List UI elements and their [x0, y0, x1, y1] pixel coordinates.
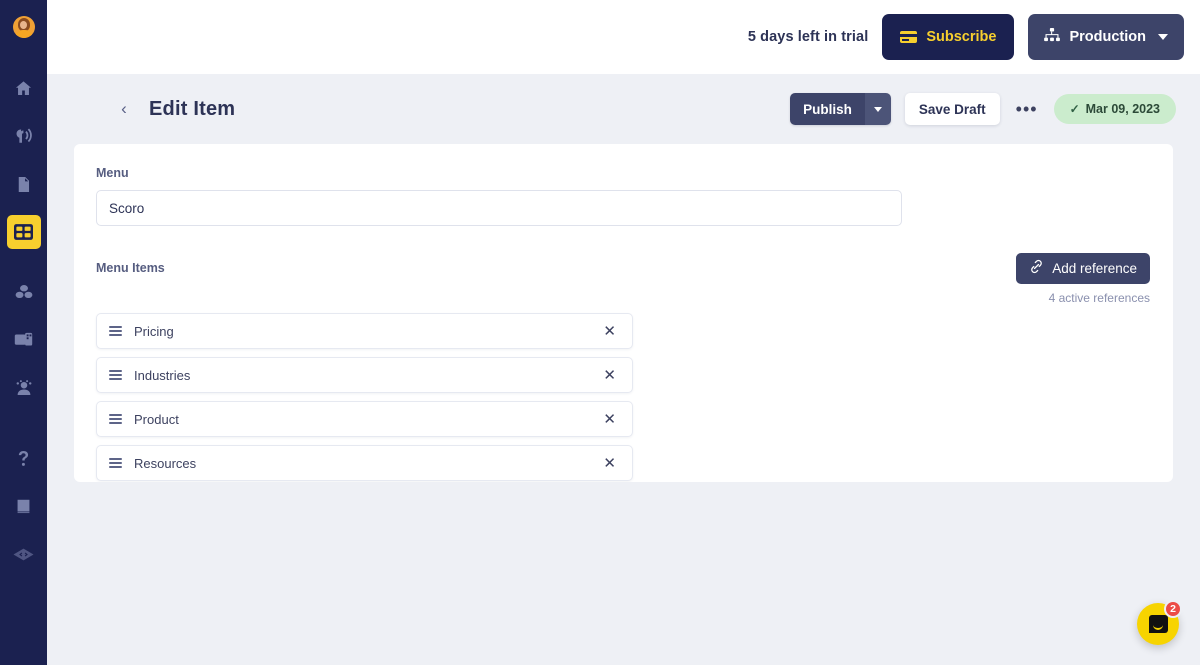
- sidebar-item-media[interactable]: [7, 323, 41, 357]
- remove-item-button[interactable]: ✕: [599, 366, 620, 385]
- drag-handle-icon[interactable]: [109, 369, 122, 381]
- page-header-actions: Publish Save Draft ••• ✓ Mar 09, 2023: [790, 93, 1176, 125]
- chevron-down-icon: [1158, 34, 1168, 40]
- sidebar-item-blocks[interactable]: [7, 275, 41, 309]
- table-row[interactable]: Product ✕: [96, 401, 633, 437]
- home-icon: [14, 79, 33, 98]
- book-icon: [14, 497, 33, 516]
- subscribe-label: Subscribe: [926, 29, 997, 45]
- blocks-icon: [14, 283, 34, 302]
- menu-items-list: Pricing ✕ Industries ✕ Product ✕ Resourc…: [96, 313, 1151, 481]
- back-button[interactable]: ‹: [111, 96, 137, 122]
- status-date: Mar 09, 2023: [1085, 102, 1160, 116]
- trial-status-text: 5 days left in trial: [747, 29, 869, 45]
- check-icon: ✓: [1069, 102, 1080, 116]
- avatar-image: [12, 16, 35, 38]
- publish-dropdown-toggle[interactable]: [864, 93, 891, 125]
- sidebar-item-models[interactable]: [6, 215, 41, 249]
- sidebar-item-docs[interactable]: [7, 489, 41, 523]
- menu-items-header: Menu Items Add reference: [96, 252, 1151, 284]
- topbar: 5 days left in trial Subscribe Productio…: [47, 0, 1200, 74]
- page-stage: ‹ Edit Item Publish Save Draft ••• ✓ Mar…: [47, 74, 1200, 665]
- add-reference-button[interactable]: Add reference: [1016, 252, 1150, 284]
- chat-icon: [1148, 615, 1168, 633]
- app-root: 5 days left in trial Subscribe Productio…: [0, 0, 1200, 665]
- list-item-label: Pricing: [134, 323, 174, 339]
- save-draft-button[interactable]: Save Draft: [904, 93, 1000, 125]
- page-title: Edit Item: [149, 97, 236, 120]
- sidebar: [0, 0, 47, 665]
- publish-split-button: Publish: [790, 93, 891, 125]
- table-row[interactable]: Pricing ✕: [96, 313, 633, 349]
- menu-field-label: Menu: [96, 166, 129, 180]
- media-icon: [14, 331, 33, 349]
- remove-item-button[interactable]: ✕: [599, 454, 620, 473]
- menu-input[interactable]: [96, 190, 902, 226]
- list-item-label: Resources: [134, 455, 197, 471]
- drag-handle-icon[interactable]: [109, 457, 122, 469]
- sitemap-icon: [1044, 28, 1061, 46]
- remove-item-button[interactable]: ✕: [599, 410, 620, 429]
- remove-item-button[interactable]: ✕: [599, 322, 620, 341]
- sidebar-item-content[interactable]: [7, 167, 41, 201]
- sidebar-item-broadcast[interactable]: [7, 119, 41, 153]
- content-area: Menu Menu Items: [47, 144, 1200, 482]
- menu-items-label: Menu Items: [96, 261, 165, 275]
- add-reference-label: Add reference: [1052, 260, 1137, 276]
- link-icon: [1029, 259, 1044, 277]
- grid-icon: [14, 224, 33, 240]
- list-item-label: Industries: [134, 367, 191, 383]
- subscribe-button[interactable]: Subscribe: [882, 14, 1015, 60]
- broadcast-icon: [14, 127, 33, 146]
- avatar[interactable]: [12, 16, 35, 38]
- sidebar-item-home[interactable]: [7, 71, 41, 105]
- code-icon: [13, 547, 34, 562]
- sidebar-item-users[interactable]: [7, 371, 41, 405]
- sidebar-item-help[interactable]: [7, 441, 41, 475]
- environment-label: Production: [1069, 29, 1146, 45]
- drag-handle-icon[interactable]: [109, 413, 122, 425]
- document-icon: [14, 175, 33, 194]
- active-references-count: 4 active references: [1048, 291, 1150, 305]
- table-row[interactable]: Industries ✕: [96, 357, 633, 393]
- table-row[interactable]: Resources ✕: [96, 445, 633, 481]
- page-header: ‹ Edit Item Publish Save Draft ••• ✓ Mar…: [47, 74, 1200, 144]
- credit-card-icon: [900, 31, 918, 43]
- chat-unread-badge: 2: [1164, 600, 1182, 618]
- list-item-label: Product: [134, 411, 179, 427]
- sidebar-item-api[interactable]: [7, 537, 41, 571]
- environment-selector[interactable]: Production: [1028, 14, 1184, 60]
- main-area: 5 days left in trial Subscribe Productio…: [47, 0, 1200, 665]
- edit-item-card: Menu Menu Items: [74, 144, 1173, 482]
- help-icon: [14, 449, 33, 468]
- sidebar-nav: [0, 64, 47, 578]
- users-icon: [14, 379, 34, 397]
- card-body: Menu Menu Items: [74, 166, 1173, 481]
- more-options-button[interactable]: •••: [1014, 100, 1040, 118]
- publish-button[interactable]: Publish: [790, 93, 865, 125]
- status-badge: ✓ Mar 09, 2023: [1053, 94, 1176, 124]
- drag-handle-icon[interactable]: [109, 325, 122, 337]
- chevron-down-icon: [873, 106, 882, 112]
- chat-launcher-button[interactable]: 2: [1137, 600, 1182, 645]
